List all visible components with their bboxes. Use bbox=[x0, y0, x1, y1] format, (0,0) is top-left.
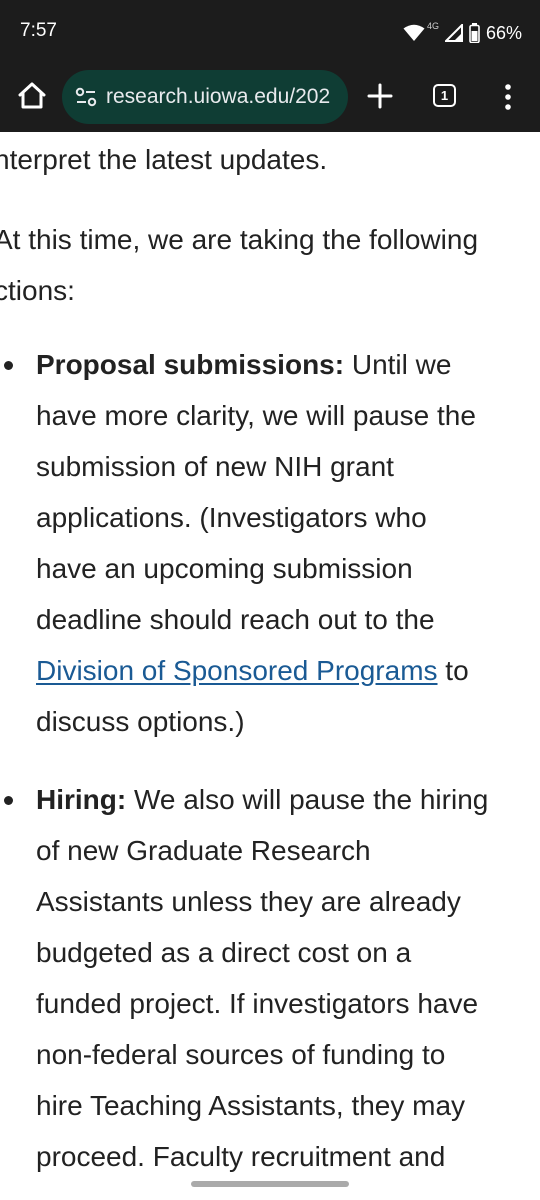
text-line: funded project. If investigators have bbox=[36, 988, 479, 1019]
status-icons: 4G 66% bbox=[403, 20, 522, 46]
text-line: of new Graduate Research bbox=[36, 835, 371, 866]
browser-toolbar: research.uiowa.edu/202 1 bbox=[0, 64, 540, 132]
text-line: have an upcoming submission bbox=[36, 553, 413, 584]
text-line: Hiring: We also will pause the hiring bbox=[36, 774, 526, 825]
text-line: At this time, we are taking the followin… bbox=[0, 224, 479, 255]
gesture-navigation-bar[interactable] bbox=[191, 1181, 349, 1187]
cell-signal-icon bbox=[444, 24, 463, 42]
text-line: deadline should reach out to the bbox=[36, 604, 435, 635]
status-time: 7:57 bbox=[20, 20, 57, 41]
network-type-label: 4G bbox=[426, 21, 439, 31]
paragraph-partial: nterpret the latest updates. bbox=[0, 144, 328, 175]
page-content: nterpret the latest updates. At this tim… bbox=[0, 132, 540, 1200]
status-bar: 7:57 4G 66% bbox=[0, 0, 540, 64]
url-text[interactable]: research.uiowa.edu/202 bbox=[106, 85, 330, 109]
list-item-text: Hiring: We also will pause the hiring of… bbox=[36, 774, 526, 1182]
paragraph-actions-intro: At this time, we are taking the followin… bbox=[0, 214, 478, 316]
address-bar[interactable]: research.uiowa.edu/202 bbox=[62, 70, 348, 124]
text-line: ctions: bbox=[0, 275, 75, 306]
text-line: Division of Sponsored Programs to bbox=[36, 645, 526, 696]
text-span: We also will pause the hiring bbox=[126, 784, 489, 815]
text-line: proceed. Faculty recruitment and bbox=[36, 1141, 446, 1172]
wifi-icon bbox=[403, 24, 425, 41]
bullet bbox=[4, 361, 13, 370]
text-line: Proposal submissions: Until we bbox=[36, 339, 526, 390]
text-line: applications. (Investigators who bbox=[36, 502, 427, 533]
home-icon[interactable] bbox=[16, 80, 48, 112]
battery-percent: 66% bbox=[485, 22, 522, 43]
text-line: have more clarity, we will pause the bbox=[36, 400, 476, 431]
text-line: Assistants unless they are already bbox=[36, 886, 461, 917]
sponsored-programs-link[interactable]: Division of Sponsored Programs bbox=[36, 655, 438, 686]
text-line: discuss options.) bbox=[36, 706, 245, 737]
list-item-text: Proposal submissions: Until we have more… bbox=[36, 339, 526, 747]
text-line: submission of new NIH grant bbox=[36, 451, 394, 482]
text-line: non-federal sources of funding to bbox=[36, 1039, 446, 1070]
battery-icon bbox=[469, 23, 480, 43]
bullet bbox=[4, 796, 13, 805]
more-vert-icon[interactable] bbox=[498, 82, 518, 112]
plus-icon[interactable] bbox=[366, 82, 394, 110]
text-span: Until we bbox=[344, 349, 452, 380]
item-heading: Proposal submissions: bbox=[36, 349, 345, 380]
text-line: hire Teaching Assistants, they may bbox=[36, 1090, 466, 1121]
text-line: budgeted as a direct cost on a bbox=[36, 937, 412, 968]
tab-switcher-button[interactable]: 1 bbox=[433, 84, 456, 107]
item-heading: Hiring: bbox=[36, 784, 127, 815]
text-span: to bbox=[437, 655, 469, 686]
site-info-icon[interactable] bbox=[74, 85, 98, 109]
